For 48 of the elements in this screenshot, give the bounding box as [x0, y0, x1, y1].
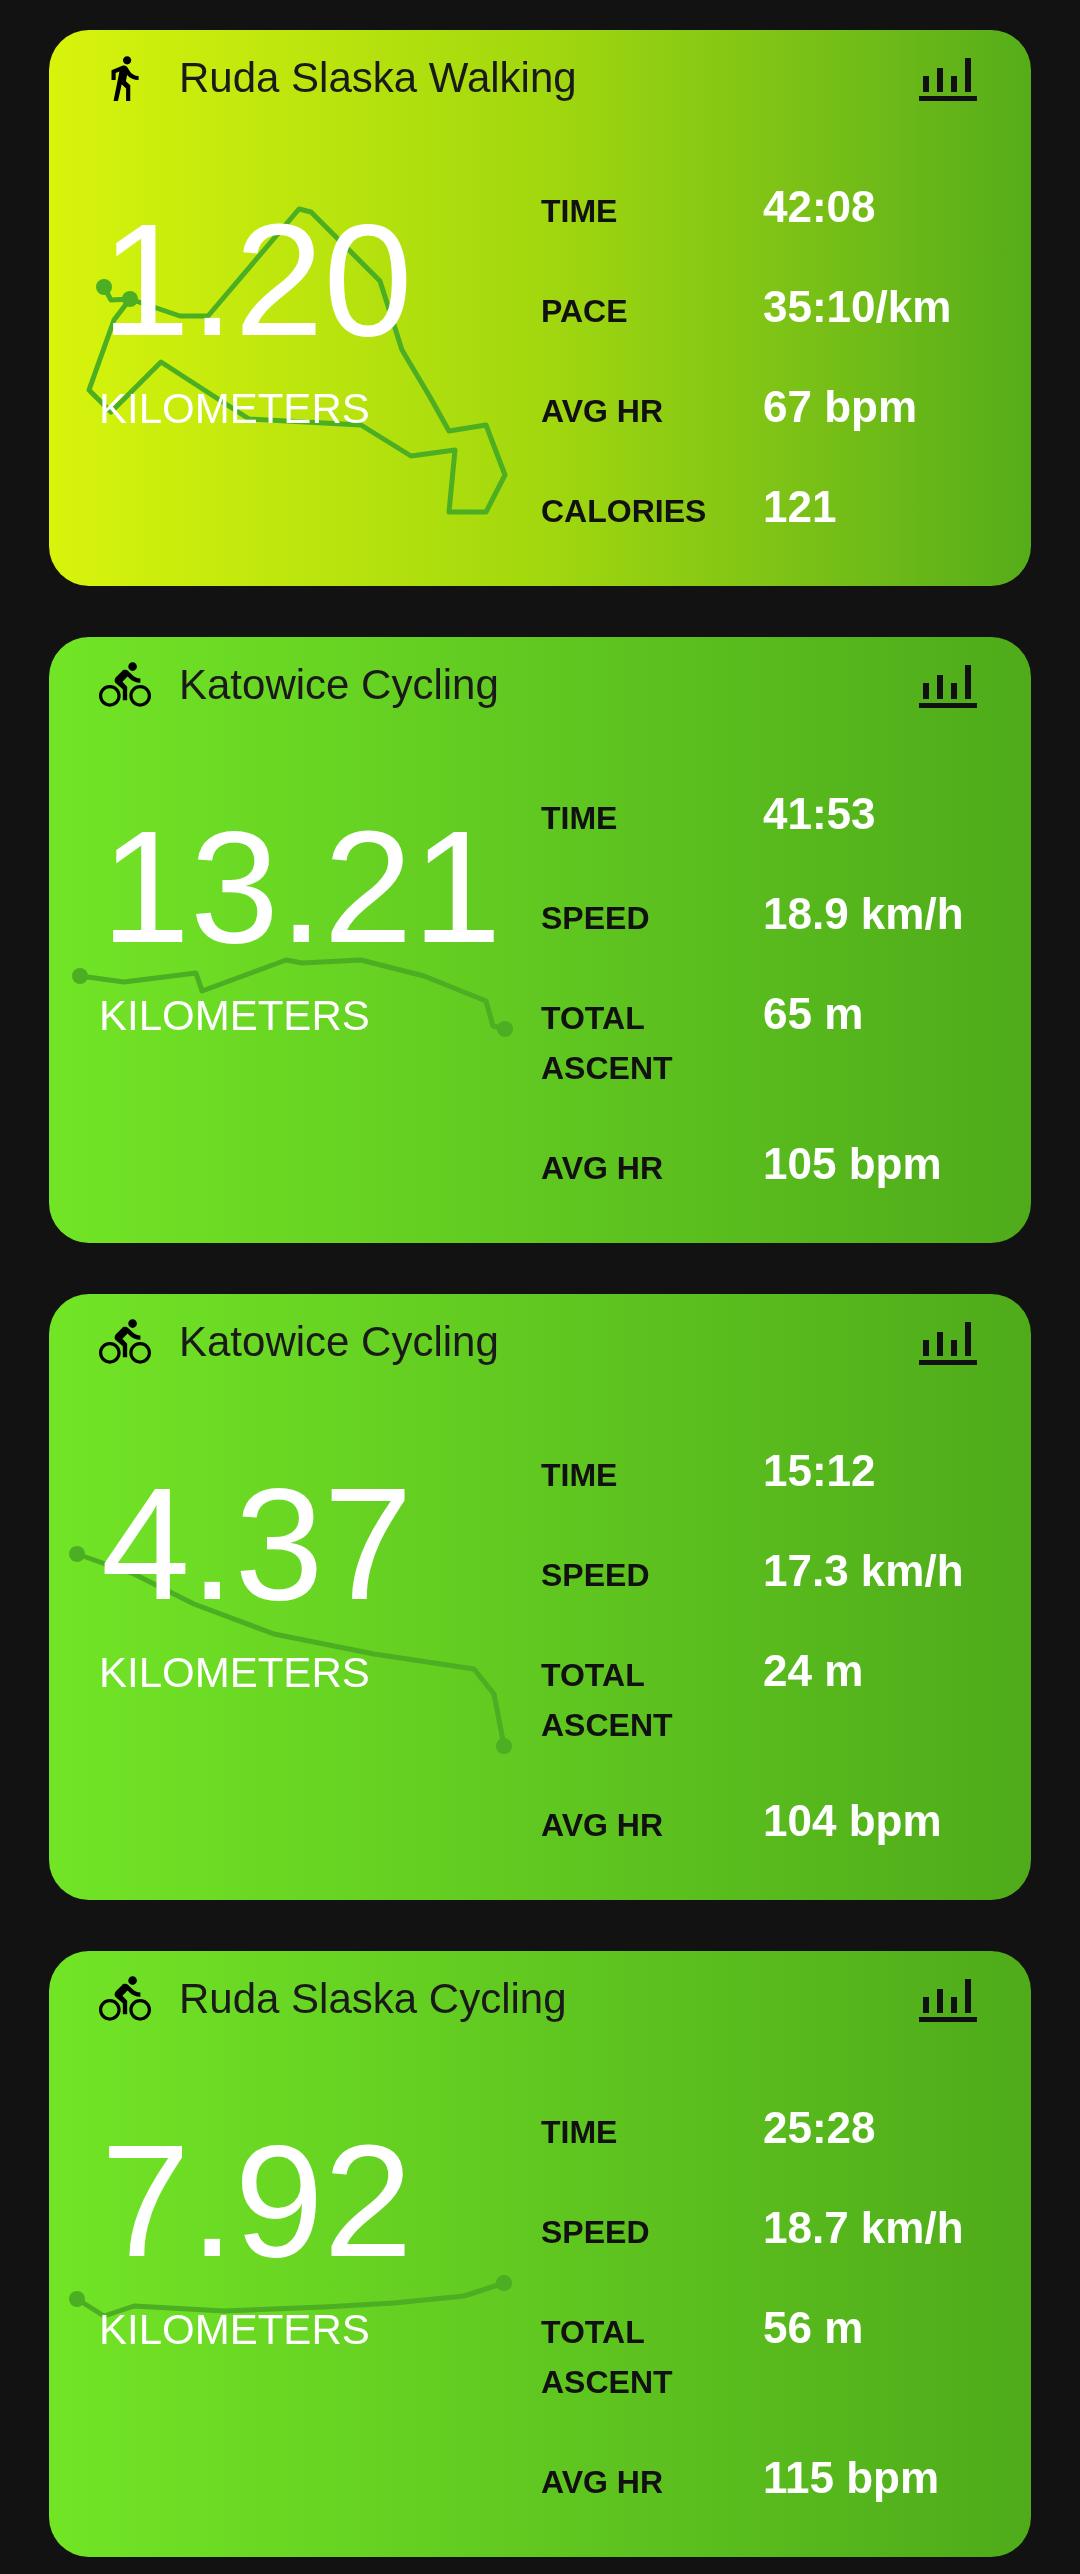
- stat-value: 104 bpm: [763, 1796, 943, 1846]
- stat-label: TIME: [541, 1456, 619, 1495]
- stat-value: 18.9 km/h: [763, 889, 964, 939]
- stat-label: TIME: [541, 192, 619, 231]
- stat-value: 67 bpm: [763, 382, 919, 432]
- distance-unit: KILOMETERS: [99, 2305, 370, 2355]
- stat-label: PACE: [541, 292, 629, 331]
- stat-value: 18.7 km/h: [763, 2203, 964, 2253]
- stat-value: 121: [763, 482, 838, 532]
- stat-label: SPEED: [541, 899, 651, 938]
- stat-value: 115 bpm: [763, 2453, 941, 2503]
- stat-label: AVG HR: [541, 2463, 665, 2502]
- stat-value: 41:53: [763, 789, 877, 839]
- stat-label: SPEED: [541, 2213, 651, 2252]
- activity-title: Ruda Slaska Walking: [179, 57, 577, 99]
- activity-title: Katowice Cycling: [179, 1321, 499, 1363]
- distance-value: 13.21: [100, 807, 502, 967]
- stat-label: TOTAL ASCENT: [541, 2313, 674, 2402]
- stat-label: CALORIES: [541, 492, 708, 531]
- stat-label: AVG HR: [541, 392, 665, 431]
- activity-card[interactable]: Katowice Cycling 4.37 KILOMETERS TIME 15:12 SPEED 17.3 km/h TOTAL ASCENT 24 m AVG HR 104 bpm: [49, 1294, 1031, 1900]
- activity-card[interactable]: Ruda Slaska Cycling 7.92 KILOMETERS TIME 25:28 SPEED 18.7 km/h TOTAL ASCENT 56 m AVG HR 115 bpm: [49, 1951, 1031, 2557]
- distance-unit: KILOMETERS: [99, 1648, 370, 1698]
- activity-title: Katowice Cycling: [179, 664, 499, 706]
- stat-value: 35:10/km: [763, 282, 952, 332]
- distance-value: 4.37: [100, 1464, 413, 1624]
- stat-value: 24 m: [763, 1646, 865, 1696]
- stat-label: TOTAL ASCENT: [541, 999, 674, 1088]
- stat-value: 25:28: [763, 2103, 877, 2153]
- distance-unit: KILOMETERS: [99, 384, 370, 434]
- activity-card[interactable]: Katowice Cycling 13.21 KILOMETERS TIME 41:53 SPEED 18.9 km/h TOTAL ASCENT 65 m AVG HR 105 bpm: [49, 637, 1031, 1243]
- stat-value: 42:08: [763, 182, 877, 232]
- stat-label: AVG HR: [541, 1149, 665, 1188]
- stat-label: TOTAL ASCENT: [541, 1656, 674, 1745]
- stat-label: TIME: [541, 799, 619, 838]
- stat-label: TIME: [541, 2113, 619, 2152]
- activity-card[interactable]: Ruda Slaska Walking 1.20 KILOMETERS TIME 42:08 PACE 35:10/km AVG HR 67 bpm CALORIES 121: [49, 30, 1031, 586]
- distance-value: 7.92: [100, 2121, 413, 2281]
- activity-title: Ruda Slaska Cycling: [179, 1978, 567, 2020]
- stat-value: 65 m: [763, 989, 865, 1039]
- distance-value: 1.20: [100, 200, 413, 360]
- stat-value: 15:12: [763, 1446, 877, 1496]
- distance-unit: KILOMETERS: [99, 991, 370, 1041]
- stat-value: 17.3 km/h: [763, 1546, 964, 1596]
- stat-label: SPEED: [541, 1556, 651, 1595]
- stat-value: 105 bpm: [763, 1139, 943, 1189]
- stat-label: AVG HR: [541, 1806, 665, 1845]
- stat-value: 56 m: [763, 2303, 865, 2353]
